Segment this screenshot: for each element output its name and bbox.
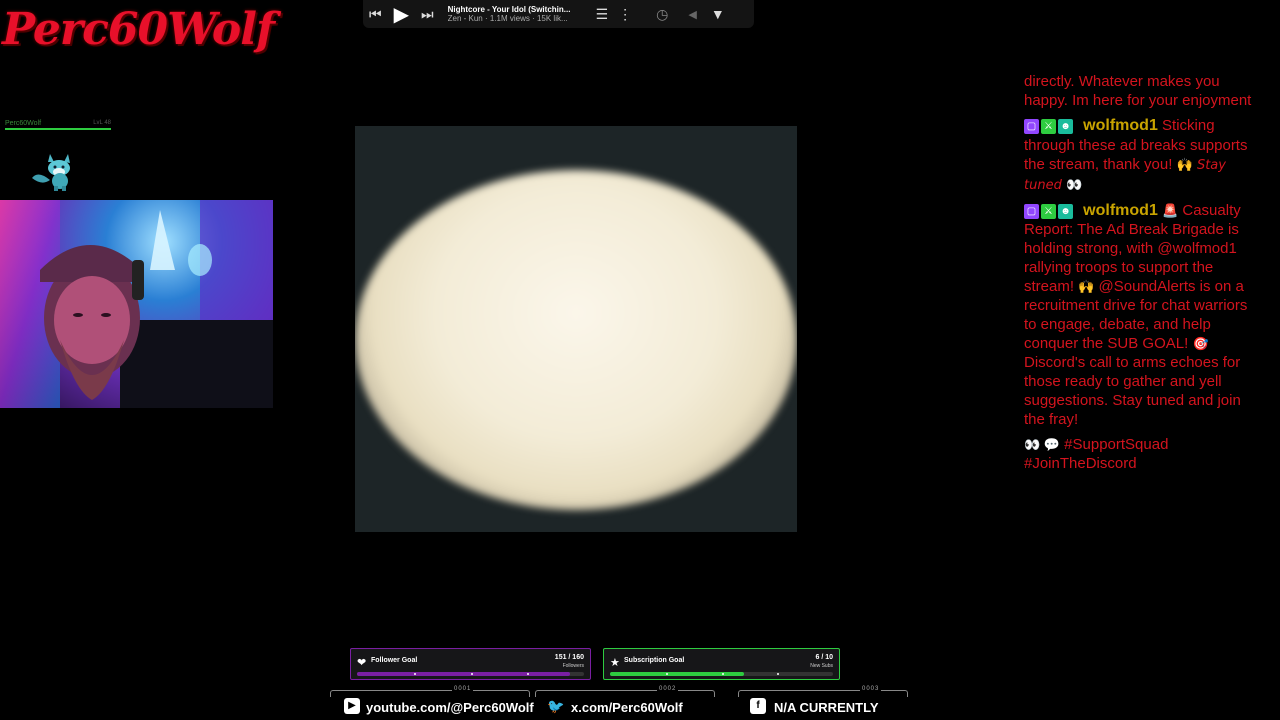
chat-text: Discord's call to arms echoes for those …: [1024, 354, 1241, 429]
channel-logo: Perc60Wolf: [2, 4, 275, 55]
social-link-twitter[interactable]: 0002 🐦 x.com/Perc60Wolf: [535, 686, 715, 720]
chat-message: ▢ ⚔ ☻ wolfmod1 Sticking through these ad b…: [1024, 116, 1252, 195]
mini-user-xp-bar: [5, 128, 111, 130]
siren-emote-icon: 🚨: [1162, 202, 1179, 218]
skip-previous-icon[interactable]: ⏮: [369, 6, 382, 23]
goal-progress-fill: [357, 672, 571, 676]
track-subtitle: Zen - Kun · 1.1M views · 15K lik...: [447, 14, 568, 23]
more-options-icon[interactable]: ⋮: [618, 6, 632, 23]
target-emote-icon: 🎯: [1192, 336, 1209, 352]
social-links-bar: 0001 ▶ youtube.com/@Perc60Wolf 0002 🐦 x.…: [330, 686, 910, 720]
goal-count: 151 / 160: [554, 654, 584, 661]
social-frame: [738, 690, 908, 697]
track-info[interactable]: Nightcore - Your Idol (Switchin... Zen -…: [448, 5, 584, 23]
goal-progress-track: [357, 672, 584, 676]
goal-milestone-dot: [413, 673, 416, 675]
chat-badges: ▢ ⚔ ☻: [1024, 117, 1075, 136]
raised-hands-emote-icon: 🙌: [1176, 156, 1193, 172]
goal-count: 6 / 10: [815, 654, 833, 661]
social-frame: [330, 690, 530, 697]
bright-light-blob: [355, 170, 797, 510]
goal-progress-fill: [610, 672, 744, 676]
social-index: 0002: [657, 686, 679, 692]
moderator-badge-icon: ⚔: [1041, 203, 1056, 219]
skip-next-icon[interactable]: ⏭: [421, 6, 434, 23]
follower-goal-widget: ❤ Follower Goal 151 / 160 Followers: [350, 648, 591, 680]
chat-username: wolfmod1: [1083, 201, 1158, 219]
track-title: Nightcore - Your Idol (Switchin...: [447, 5, 571, 14]
play-icon[interactable]: ▶: [394, 2, 409, 27]
goal-label: Follower Goal: [371, 657, 418, 664]
mini-user-level: LvL 48: [93, 120, 111, 126]
webcam-feed: [0, 200, 273, 408]
goal-label: Subscription Goal: [624, 657, 685, 664]
moderator-badge-icon: ⚔: [1041, 119, 1056, 135]
goal-unit: Followers: [562, 663, 584, 669]
twitch-badge-icon: ▢: [1024, 119, 1039, 135]
subscription-goal-widget: ★ Subscription Goal 6 / 10 New Subs: [603, 648, 840, 680]
timer-icon[interactable]: ◷: [656, 6, 668, 23]
social-text: youtube.com/@Perc60Wolf: [366, 700, 534, 715]
social-frame: [535, 690, 715, 697]
heart-icon: ❤: [357, 657, 367, 669]
facebook-icon: f: [750, 698, 766, 714]
eyes-emote-icon: 👀: [1066, 176, 1083, 192]
youtube-icon: ▶: [344, 698, 360, 714]
bot-badge-icon: ☻: [1058, 119, 1073, 135]
social-link-youtube[interactable]: 0001 ▶ youtube.com/@Perc60Wolf: [330, 686, 534, 720]
star-icon: ★: [610, 657, 620, 669]
mini-user-bar: Perc60Wolf LvL 48: [5, 120, 111, 130]
bot-badge-icon: ☻: [1058, 203, 1073, 219]
chat-username: wolfmod1: [1083, 117, 1158, 134]
twitch-badge-icon: ▢: [1024, 203, 1039, 219]
twitter-icon: 🐦: [547, 698, 565, 714]
webcam-streamer-image: [0, 200, 273, 408]
goal-milestone-dot: [665, 673, 668, 675]
chat-message: ▢ ⚔ ☻ wolfmod1 🚨 Casualty Report: The Ad B…: [1024, 201, 1252, 430]
queue-icon[interactable]: ☰: [596, 6, 609, 23]
social-link-facebook[interactable]: 0003 f N/A CURRENTLY: [738, 686, 908, 720]
chat-message: directly. Whatever makes you happy. Im h…: [1024, 72, 1252, 110]
chat-message: 👀 💬 #SupportSquad #JoinTheDiscord: [1024, 435, 1252, 473]
chat-overlay: directly. Whatever makes you happy. Im h…: [1024, 72, 1252, 479]
chat-badges: ▢ ⚔ ☻: [1024, 201, 1075, 220]
social-text: x.com/Perc60Wolf: [571, 700, 683, 715]
volume-left-icon[interactable]: ◀: [688, 8, 696, 21]
social-index: 0001: [452, 686, 474, 692]
goal-progress-track: [610, 672, 833, 676]
media-player-bar: ⏮ ▶ ⏭ Nightcore - Your Idol (Switchin...…: [363, 0, 754, 28]
mini-user-name: Perc60Wolf: [5, 120, 42, 127]
goal-milestone-dot: [721, 673, 724, 675]
raised-hands-emote-icon: 🙌: [1078, 279, 1095, 295]
social-text: N/A CURRENTLY: [774, 700, 879, 715]
fox-mascot-icon: [32, 154, 70, 191]
chat-text: directly. Whatever makes you happy. Im h…: [1024, 73, 1252, 109]
chevron-down-icon[interactable]: ▼: [711, 6, 725, 22]
goal-unit: New Subs: [810, 663, 833, 669]
goal-milestone-dot: [470, 673, 473, 675]
social-index: 0003: [860, 686, 882, 692]
goal-milestone-dot: [777, 673, 780, 675]
main-video-feed: [355, 126, 797, 532]
eyes-speech-emote-icon: 👀 💬: [1024, 437, 1060, 453]
